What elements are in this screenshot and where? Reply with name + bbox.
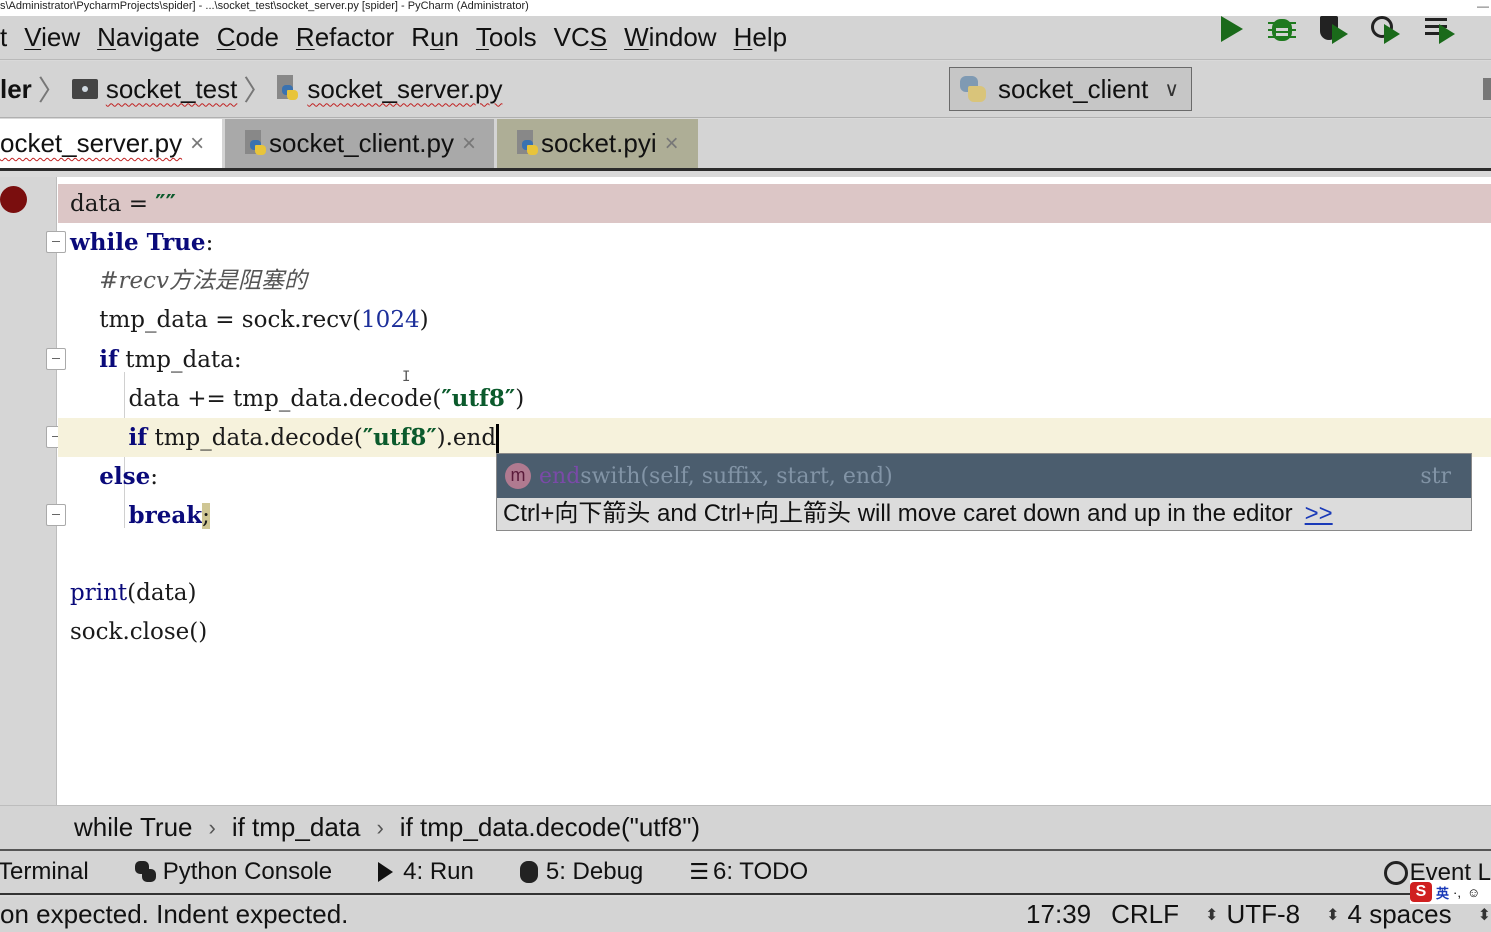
completion-hint: Ctrl+向下箭头 and Ctrl+向上箭头 will move caret … xyxy=(503,500,1333,527)
window-title: s\Administrator\PycharmProjects\spider] … xyxy=(0,0,529,12)
python-console-icon xyxy=(134,861,157,883)
breadcrumb-separator: 〉 xyxy=(37,75,66,106)
menu-help[interactable]: Help xyxy=(734,22,787,53)
folder-icon xyxy=(71,79,98,99)
tool-window-run[interactable]: 4: Run xyxy=(378,858,474,886)
status-bar: on expected. Indent expected. 17:39 CRLF… xyxy=(0,897,1491,932)
tab-socket-server[interactable]: ocket_server.py × xyxy=(0,119,222,168)
close-icon[interactable]: × xyxy=(462,130,476,158)
menu-window[interactable]: Window xyxy=(624,22,716,53)
text-caret xyxy=(496,424,500,454)
concurrency-diagram-icon[interactable] xyxy=(1425,14,1455,44)
code-line[interactable]: #recv方法是阻塞的 xyxy=(58,262,1491,301)
chevron-right-icon: › xyxy=(208,814,216,840)
minimize-icon[interactable]: — xyxy=(1477,0,1489,13)
tab-socket-client[interactable]: socket_client.py × xyxy=(225,119,494,168)
breadcrumb-project[interactable]: ler xyxy=(0,74,32,105)
status-message: on expected. Indent expected. xyxy=(0,899,349,929)
run-configuration-dropdown[interactable]: socket_client ∨ xyxy=(949,67,1192,111)
completion-item[interactable]: m end swith(self, suffix, start, end) str xyxy=(497,454,1471,498)
code-line[interactable]: data += tmp_data.decode(″utf8″) xyxy=(58,379,1491,418)
structure-crumb[interactable]: while True xyxy=(74,812,193,843)
line-separator[interactable]: CRLF xyxy=(1111,899,1179,930)
profile-icon[interactable] xyxy=(1370,14,1400,44)
breadcrumb-file[interactable]: socket_server.py xyxy=(277,74,502,105)
code-line[interactable]: while True: xyxy=(58,223,1491,262)
python-file-icon xyxy=(277,75,299,103)
code-line-current[interactable]: if tmp_data.decode(″utf8″).end xyxy=(58,418,1491,457)
code-line[interactable]: if tmp_data: xyxy=(58,340,1491,379)
completion-popup: m end swith(self, suffix, start, end) str… xyxy=(496,453,1472,531)
emoji-icon[interactable]: ☺ xyxy=(1467,885,1480,900)
method-icon: m xyxy=(505,463,531,489)
chevron-right-icon: › xyxy=(376,814,384,840)
menu-vcs[interactable]: VCS xyxy=(554,22,607,53)
editor-gutter[interactable] xyxy=(0,177,57,805)
stop-icon[interactable] xyxy=(1483,78,1491,100)
menu-code[interactable]: Code xyxy=(217,22,279,53)
updown-icon: ⬍ xyxy=(1326,906,1340,924)
menu-edit[interactable]: t xyxy=(0,22,7,53)
code-line[interactable]: tmp_data = sock.recv(1024) xyxy=(58,301,1491,340)
python-stub-file-icon xyxy=(517,129,539,158)
updown-icon: ⬍ xyxy=(1477,906,1491,924)
updown-icon: ⬍ xyxy=(1205,906,1219,924)
ime-logo-icon: S xyxy=(1410,882,1432,902)
structure-breadcrumb: while True › if tmp_data › if tmp_data.d… xyxy=(0,805,1491,851)
completion-return-type: str xyxy=(1420,463,1451,489)
code-line[interactable]: data = ″″ xyxy=(58,184,1491,223)
editor-tab-bar: ocket_server.py × socket_client.py × soc… xyxy=(0,119,1491,171)
todo-icon: ☰ xyxy=(689,859,710,884)
run-configuration-label: socket_client xyxy=(998,73,1149,104)
tool-window-todo[interactable]: ☰ 6: TODO xyxy=(689,858,808,886)
run-icon[interactable] xyxy=(1218,14,1248,44)
tool-window-terminal[interactable]: Terminal xyxy=(0,858,89,886)
breakpoint-icon[interactable] xyxy=(0,186,27,213)
menu-view[interactable]: View xyxy=(24,22,80,53)
code-editor[interactable]: data = ″″ while True: #recv方法是阻塞的 tmp_da… xyxy=(0,177,1491,805)
run-with-coverage-icon[interactable] xyxy=(1318,14,1348,44)
menu-run[interactable]: Run xyxy=(411,22,459,53)
ime-mode[interactable]: 英 xyxy=(1436,883,1449,902)
menu-navigate[interactable]: Navigate xyxy=(97,22,200,53)
event-log-icon xyxy=(1383,861,1408,885)
debug-icon[interactable] xyxy=(1268,14,1298,44)
menu-refactor[interactable]: Refactor xyxy=(296,22,394,53)
tool-window-python-console[interactable]: Python Console xyxy=(134,858,332,886)
completion-hint-link[interactable]: >> xyxy=(1305,500,1333,527)
structure-crumb[interactable]: if tmp_data xyxy=(232,812,361,843)
caret-position[interactable]: 17:39 xyxy=(1026,899,1091,930)
code-line[interactable]: print(data) xyxy=(58,574,1491,613)
navigation-bar: ler 〉 socket_test 〉 socket_server.py soc… xyxy=(0,61,1491,118)
close-icon[interactable]: × xyxy=(665,130,679,158)
code-line[interactable]: sock.close() xyxy=(58,613,1491,652)
run-icon xyxy=(378,862,394,882)
file-encoding[interactable]: UTF-8 xyxy=(1226,899,1300,930)
mouse-ibeam-cursor: I xyxy=(402,369,411,385)
breadcrumb-folder[interactable]: socket_test xyxy=(71,74,237,105)
python-icon xyxy=(958,74,988,104)
menu-tools[interactable]: Tools xyxy=(476,22,537,53)
debug-icon xyxy=(519,861,538,883)
tab-socket-pyi[interactable]: socket.pyi × xyxy=(497,119,698,168)
close-icon[interactable]: × xyxy=(190,130,204,158)
tool-window-debug[interactable]: 5: Debug xyxy=(519,858,643,886)
structure-crumb[interactable]: if tmp_data.decode("utf8") xyxy=(400,812,700,843)
chevron-down-icon: ∨ xyxy=(1164,78,1179,101)
python-file-icon xyxy=(245,129,267,158)
breadcrumb: ler 〉 socket_test 〉 socket_server.py xyxy=(0,71,502,107)
punctuation-icon[interactable]: ·, xyxy=(1453,885,1461,900)
ime-toolbar[interactable]: S 英 ·, ☺ xyxy=(1410,880,1491,904)
tool-window-bar: Terminal Python Console 4: Run 5: Debug … xyxy=(0,851,1491,895)
breadcrumb-separator: 〉 xyxy=(243,75,272,106)
